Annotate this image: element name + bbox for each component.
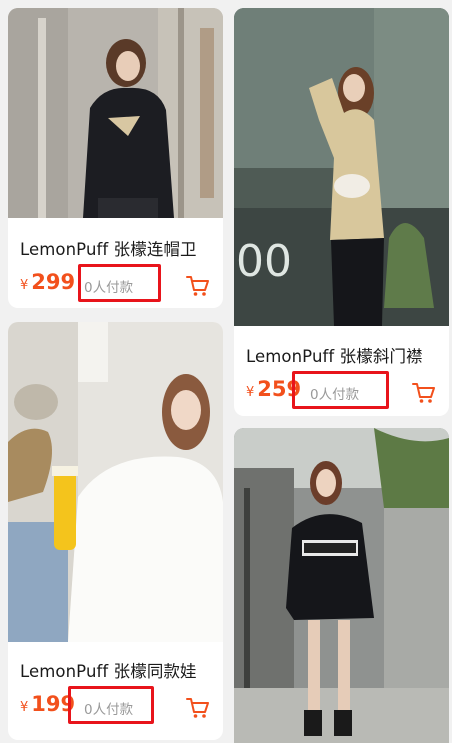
currency-symbol: ¥ [20,278,29,293]
product-card[interactable] [234,428,449,743]
product-card[interactable]: LemonPuff 张檬连帽卫 ¥299 0人付款 [8,8,223,308]
product-title[interactable]: LemonPuff 张檬斜门襟 [246,343,446,367]
product-image[interactable]: 00 [234,8,449,326]
shopping-cart-icon[interactable] [412,382,436,404]
highlight-box [68,686,154,724]
product-price: ¥299 [20,270,75,294]
currency-symbol: ¥ [246,385,255,400]
highlight-box [292,371,389,409]
product-card[interactable]: 00 LemonPuff 张檬斜门襟 ¥259 0人付款 [234,8,449,416]
product-title[interactable]: LemonPuff 张檬同款娃 [20,658,220,682]
currency-symbol: ¥ [20,700,29,715]
product-title[interactable]: LemonPuff 张檬连帽卫 [20,236,220,260]
shopping-cart-icon[interactable] [186,697,210,719]
price-value: 299 [31,270,76,294]
shopping-cart-icon[interactable] [186,275,210,297]
product-image[interactable] [8,322,223,642]
product-image[interactable] [234,428,449,743]
highlight-box [78,264,161,302]
product-card[interactable]: LemonPuff 张檬同款娃 ¥199 0人付款 [8,322,223,740]
product-price: ¥199 [20,692,75,716]
svg-text:00: 00 [236,236,292,287]
product-image[interactable] [8,8,223,218]
